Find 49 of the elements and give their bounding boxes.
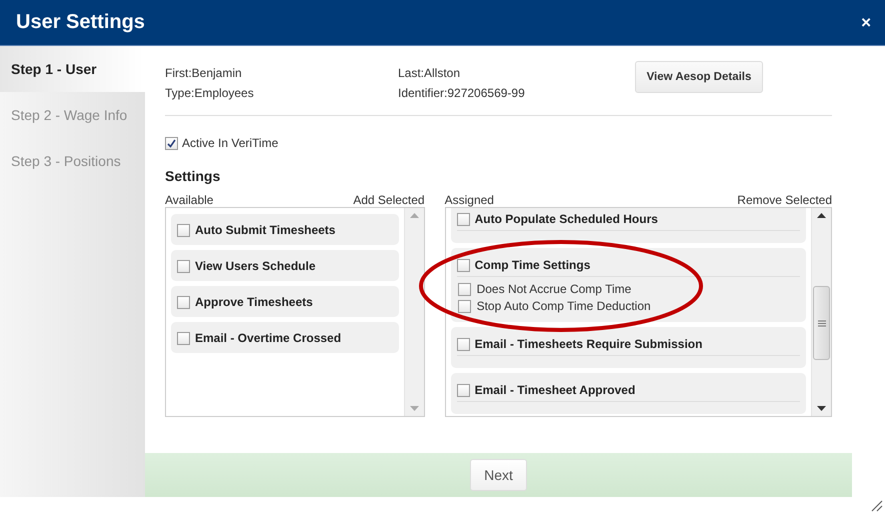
setting-group[interactable]: Email - Timesheets Require Submission bbox=[450, 327, 806, 368]
next-button[interactable]: Next bbox=[470, 459, 527, 491]
setting-label: Email - Timesheet Approved bbox=[474, 383, 636, 397]
checkbox[interactable] bbox=[177, 260, 190, 272]
setting-item[interactable]: Email - Overtime Crossed bbox=[171, 322, 399, 353]
checkbox[interactable] bbox=[456, 384, 470, 396]
scroll-down-icon[interactable] bbox=[817, 406, 826, 411]
setting-label: Approve Timesheets bbox=[195, 295, 313, 309]
scroll-up-icon[interactable] bbox=[817, 213, 826, 218]
last-name-label: Last:Allston bbox=[398, 66, 462, 82]
checkbox[interactable] bbox=[456, 258, 470, 272]
setting-group[interactable]: Auto Populate Scheduled Hours bbox=[450, 208, 806, 243]
sub-setting-label: Does Not Accrue Comp Time bbox=[476, 282, 632, 296]
setting-group[interactable]: Comp Time Settings Does Not Accrue Comp Time Stop Auto Comp Time Deduction bbox=[450, 248, 806, 322]
window-title: User Settings bbox=[16, 11, 145, 34]
setting-label: View Users Schedule bbox=[195, 259, 316, 273]
assigned-label: Assigned bbox=[444, 193, 494, 207]
setting-item[interactable]: Auto Submit Timesheets bbox=[171, 214, 399, 245]
checkbox[interactable] bbox=[177, 224, 190, 236]
view-details-button[interactable]: View Aesop Details bbox=[635, 61, 763, 93]
close-button[interactable]: × bbox=[861, 12, 871, 32]
checkbox[interactable] bbox=[456, 338, 470, 350]
setting-label: Auto Populate Scheduled Hours bbox=[474, 212, 658, 226]
setting-label: Auto Submit Timesheets bbox=[195, 223, 336, 237]
remove-selected-link[interactable]: Remove Selected bbox=[737, 193, 832, 207]
checkbox[interactable] bbox=[456, 212, 470, 226]
identifier-label: Identifier:927206569-99 bbox=[398, 86, 526, 102]
scrollbar-thumb[interactable] bbox=[813, 286, 830, 360]
checkbox[interactable] bbox=[458, 300, 471, 312]
active-checkbox[interactable] bbox=[165, 136, 178, 150]
available-label: Available bbox=[165, 193, 214, 207]
setting-label: Comp Time Settings bbox=[474, 258, 590, 272]
resize-grip-icon[interactable] bbox=[871, 500, 883, 512]
setting-item[interactable]: Approve Timesheets bbox=[171, 286, 399, 317]
settings-heading: Settings bbox=[165, 168, 222, 184]
setting-group[interactable]: Email - Timesheet Approved bbox=[450, 373, 806, 414]
step-tab[interactable]: Step 1 - User bbox=[0, 46, 145, 92]
setting-label: Email - Timesheets Require Submission bbox=[474, 337, 702, 351]
checkbox[interactable] bbox=[458, 282, 471, 296]
first-name-label: First:Benjamin bbox=[165, 66, 243, 82]
setting-item[interactable]: View Users Schedule bbox=[171, 250, 399, 281]
checkbox[interactable] bbox=[177, 332, 190, 344]
sub-setting-label: Stop Auto Comp Time Deduction bbox=[476, 299, 651, 313]
checkbox[interactable] bbox=[177, 296, 190, 308]
setting-label: Email - Overtime Crossed bbox=[195, 331, 342, 345]
scrollbar[interactable] bbox=[811, 208, 831, 416]
type-label: Type:Employees bbox=[165, 86, 255, 102]
active-label: Active In VeriTime bbox=[182, 136, 278, 150]
add-selected-link[interactable]: Add Selected bbox=[353, 193, 425, 207]
